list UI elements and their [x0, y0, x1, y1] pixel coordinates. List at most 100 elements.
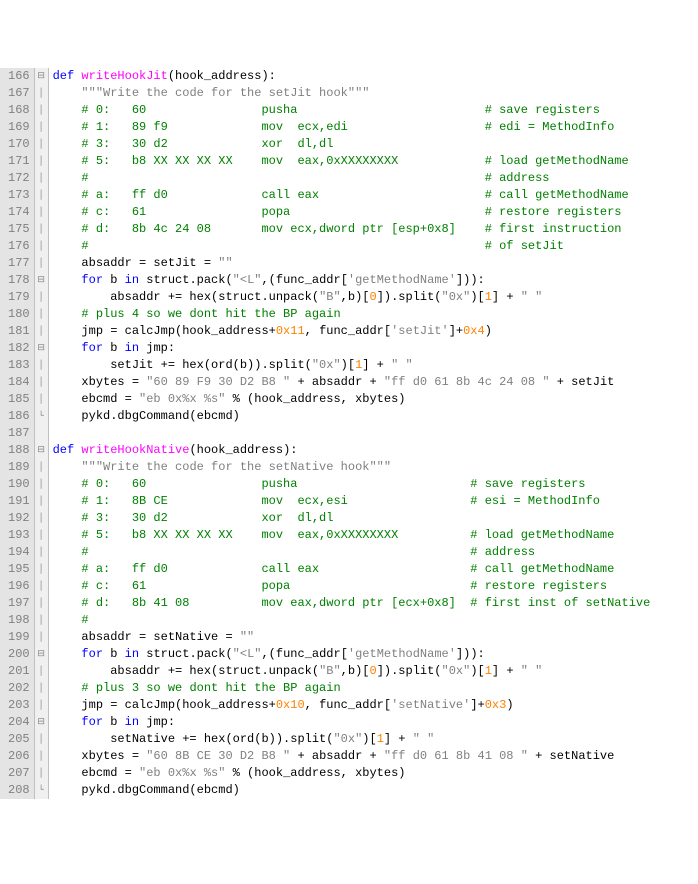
code-line[interactable]: absaddr += hex(struct.unpack("B",b)[0]).… — [53, 663, 651, 680]
fold-marker[interactable]: │ — [35, 612, 48, 629]
fold-marker[interactable]: ⊟ — [35, 714, 48, 731]
fold-marker[interactable]: │ — [35, 476, 48, 493]
code-line[interactable]: # d: 8b 4c 24 08 mov ecx,dword ptr [esp+… — [53, 221, 651, 238]
code-line[interactable]: # 5: b8 XX XX XX XX mov eax,0xXXXXXXXX #… — [53, 527, 651, 544]
token-op — [53, 579, 82, 593]
code-line[interactable]: # a: ff d0 call eax # call getMethodName — [53, 561, 651, 578]
fold-gutter[interactable]: ⊟│││││││││││⊟│││⊟│││└⊟│││││││││││⊟│││⊟││… — [35, 68, 49, 799]
fold-marker[interactable]: │ — [35, 748, 48, 765]
code-line[interactable]: jmp = calcJmp(hook_address+0x11, func_ad… — [53, 323, 651, 340]
code-line[interactable]: """Write the code for the setJit hook""" — [53, 85, 651, 102]
code-line[interactable]: # 5: b8 XX XX XX XX mov eax,0xXXXXXXXX #… — [53, 153, 651, 170]
fold-marker[interactable]: │ — [35, 153, 48, 170]
code-line[interactable]: # # address — [53, 544, 651, 561]
code-line[interactable]: # c: 61 popa # restore registers — [53, 578, 651, 595]
token-str: 'setNative' — [391, 698, 470, 712]
fold-marker[interactable] — [35, 425, 48, 442]
code-line[interactable]: absaddr += hex(struct.unpack("B",b)[0]).… — [53, 289, 651, 306]
fold-marker[interactable]: │ — [35, 459, 48, 476]
code-line[interactable]: # 0: 60 pusha # save registers — [53, 102, 651, 119]
fold-marker[interactable]: │ — [35, 306, 48, 323]
code-line[interactable]: # 0: 60 pusha # save registers — [53, 476, 651, 493]
code-line[interactable]: # a: ff d0 call eax # call getMethodName — [53, 187, 651, 204]
code-line[interactable]: # 1: 8B CE mov ecx,esi # esi = MethodInf… — [53, 493, 651, 510]
code-line[interactable]: setNative += hex(ord(b)).split("0x")[1] … — [53, 731, 651, 748]
fold-marker[interactable]: │ — [35, 595, 48, 612]
code-line[interactable]: jmp = calcJmp(hook_address+0x10, func_ad… — [53, 697, 651, 714]
code-line[interactable]: # — [53, 612, 651, 629]
fold-marker[interactable]: │ — [35, 187, 48, 204]
fold-marker[interactable]: ⊟ — [35, 68, 48, 85]
line-number: 205 — [8, 731, 30, 748]
code-line[interactable]: xbytes = "60 8B CE 30 D2 B8 " + absaddr … — [53, 748, 651, 765]
code-line[interactable]: # 3: 30 d2 xor dl,dl — [53, 136, 651, 153]
token-str: "60 89 F9 30 D2 B8 " — [146, 375, 290, 389]
code-line[interactable]: # plus 3 so we dont hit the BP again — [53, 680, 651, 697]
code-line[interactable]: setJit += hex(ord(b)).split("0x")[1] + "… — [53, 357, 651, 374]
fold-marker[interactable]: │ — [35, 731, 48, 748]
token-op: % (hook_address, xbytes) — [225, 766, 405, 780]
code-line[interactable]: ebcmd = "eb 0x%x %s" % (hook_address, xb… — [53, 765, 651, 782]
fold-marker[interactable]: │ — [35, 697, 48, 714]
code-line[interactable]: def writeHookJit(hook_address): — [53, 68, 651, 85]
fold-marker[interactable]: │ — [35, 680, 48, 697]
fold-marker[interactable]: │ — [35, 527, 48, 544]
fold-marker[interactable]: │ — [35, 136, 48, 153]
code-line[interactable]: # # of setJit — [53, 238, 651, 255]
line-number: 193 — [8, 527, 30, 544]
code-line[interactable]: ebcmd = "eb 0x%x %s" % (hook_address, xb… — [53, 391, 651, 408]
code-line[interactable]: for b in struct.pack("<L",(func_addr['ge… — [53, 646, 651, 663]
token-op: b — [103, 273, 125, 287]
fold-marker[interactable]: │ — [35, 374, 48, 391]
fold-marker[interactable]: │ — [35, 204, 48, 221]
fold-marker[interactable]: │ — [35, 119, 48, 136]
code-area[interactable]: def writeHookJit(hook_address): """Write… — [49, 68, 651, 799]
code-editor[interactable]: 1661671681691701711721731741751761771781… — [0, 68, 698, 799]
code-line[interactable]: for b in jmp: — [53, 340, 651, 357]
fold-marker[interactable]: │ — [35, 663, 48, 680]
code-line[interactable]: # 3: 30 d2 xor dl,dl — [53, 510, 651, 527]
code-line[interactable]: pykd.dbgCommand(ebcmd) — [53, 408, 651, 425]
fold-marker[interactable]: │ — [35, 221, 48, 238]
fold-marker[interactable]: │ — [35, 510, 48, 527]
fold-marker[interactable]: └ — [35, 782, 48, 799]
fold-marker[interactable]: │ — [35, 85, 48, 102]
code-line[interactable]: def writeHookNative(hook_address): — [53, 442, 651, 459]
code-line[interactable]: absaddr = setNative = "" — [53, 629, 651, 646]
fold-marker[interactable]: │ — [35, 102, 48, 119]
fold-marker[interactable]: ⊟ — [35, 340, 48, 357]
code-line[interactable]: for b in jmp: — [53, 714, 651, 731]
code-line[interactable]: absaddr = setJit = "" — [53, 255, 651, 272]
fold-marker[interactable]: │ — [35, 765, 48, 782]
fold-marker[interactable]: │ — [35, 357, 48, 374]
code-line[interactable]: # c: 61 popa # restore registers — [53, 204, 651, 221]
token-op: xbytes = — [53, 375, 147, 389]
fold-marker[interactable]: │ — [35, 170, 48, 187]
fold-marker[interactable]: ⊟ — [35, 442, 48, 459]
code-line[interactable]: xbytes = "60 89 F9 30 D2 B8 " + absaddr … — [53, 374, 651, 391]
code-line[interactable]: # # address — [53, 170, 651, 187]
fold-marker[interactable]: │ — [35, 323, 48, 340]
fold-marker[interactable]: │ — [35, 238, 48, 255]
fold-marker[interactable]: │ — [35, 561, 48, 578]
code-line[interactable] — [53, 425, 651, 442]
fold-marker[interactable]: └ — [35, 408, 48, 425]
fold-marker[interactable]: │ — [35, 391, 48, 408]
fold-marker[interactable]: ⊟ — [35, 646, 48, 663]
code-line[interactable]: # plus 4 so we dont hit the BP again — [53, 306, 651, 323]
code-line[interactable]: pykd.dbgCommand(ebcmd) — [53, 782, 651, 799]
code-line[interactable]: # d: 8b 41 08 mov eax,dword ptr [ecx+0x8… — [53, 595, 651, 612]
fold-marker[interactable]: │ — [35, 289, 48, 306]
fold-marker[interactable]: │ — [35, 629, 48, 646]
line-number: 171 — [8, 153, 30, 170]
fold-marker[interactable]: │ — [35, 493, 48, 510]
fold-marker[interactable]: ⊟ — [35, 272, 48, 289]
fold-marker[interactable]: │ — [35, 544, 48, 561]
token-kw: for — [81, 273, 103, 287]
code-line[interactable]: for b in struct.pack("<L",(func_addr['ge… — [53, 272, 651, 289]
code-line[interactable]: """Write the code for the setNative hook… — [53, 459, 651, 476]
fold-marker[interactable]: │ — [35, 255, 48, 272]
token-num: 1 — [485, 664, 492, 678]
fold-marker[interactable]: │ — [35, 578, 48, 595]
code-line[interactable]: # 1: 89 f9 mov ecx,edi # edi = MethodInf… — [53, 119, 651, 136]
